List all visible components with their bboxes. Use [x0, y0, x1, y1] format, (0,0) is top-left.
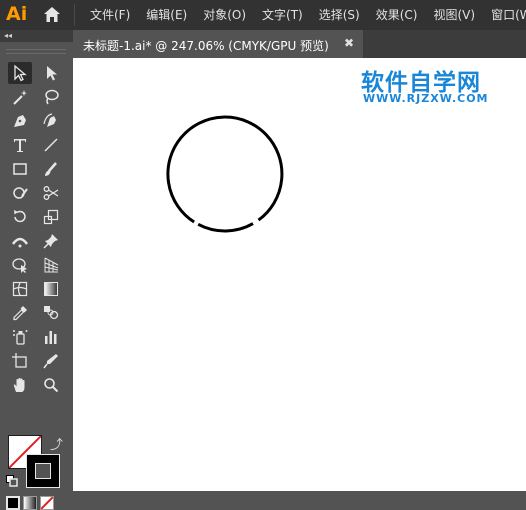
perspective-grid-tool[interactable] — [39, 254, 63, 276]
shape-builder-tool[interactable] — [8, 254, 32, 276]
tools-panel: ◂◂ ⤴ — [0, 30, 73, 510]
slice-tool[interactable] — [39, 350, 63, 372]
none-mode-slash-icon — [41, 497, 53, 509]
lasso-icon — [45, 89, 59, 105]
blend-icon — [44, 306, 59, 320]
circle-main-arc — [166, 115, 284, 224]
slice-knife-icon — [43, 354, 58, 369]
column-graph-icon — [45, 331, 57, 344]
paintbrush-icon — [45, 162, 57, 176]
direct-selection-arrow-icon — [47, 66, 57, 81]
line-segment-tool[interactable] — [39, 134, 63, 156]
perspective-grid-icon — [44, 257, 59, 273]
hand-icon — [13, 378, 25, 392]
lasso-tool[interactable] — [39, 86, 63, 108]
menu-effect[interactable]: 效果(C) — [368, 0, 426, 30]
none-mode-button[interactable] — [40, 496, 54, 510]
circle-path-artwork[interactable] — [73, 58, 526, 491]
eyedropper-tool[interactable] — [8, 302, 32, 324]
menu-type[interactable]: 文字(T) — [254, 0, 311, 30]
selection-arrow-icon — [14, 64, 27, 82]
curvature-pen-icon — [43, 113, 56, 127]
document-tab-title: 未标题-1.ai* @ 247.06% (CMYK/GPU 预览) — [83, 39, 329, 53]
pen-nib-icon — [14, 115, 26, 127]
app-logo: Ai — [6, 3, 28, 25]
default-fill-stroke-icon[interactable] — [6, 475, 18, 487]
eyedropper-icon — [13, 306, 27, 321]
menu-edit[interactable]: 编辑(E) — [138, 0, 195, 30]
circle-bottom-arc — [197, 222, 254, 233]
gradient-icon — [44, 282, 58, 296]
artboard-icon — [12, 353, 27, 368]
color-mode-buttons — [6, 496, 54, 510]
line-segment-icon — [44, 138, 58, 152]
mesh-icon — [12, 281, 28, 297]
close-tab-icon[interactable]: ✖ — [344, 36, 354, 50]
magic-wand-icon — [13, 90, 27, 105]
scale-tool[interactable] — [39, 206, 63, 228]
magnifier-icon — [44, 378, 59, 393]
rectangle-tool[interactable] — [8, 158, 32, 180]
menu-separator — [74, 4, 75, 26]
menu-select[interactable]: 选择(S) — [311, 0, 368, 30]
gradient-tool[interactable] — [39, 278, 63, 300]
hand-tool[interactable] — [8, 374, 32, 396]
paintbrush-tool[interactable] — [39, 158, 63, 180]
menu-file[interactable]: 文件(F) — [82, 0, 138, 30]
symbol-sprayer-tool[interactable] — [8, 326, 32, 348]
document-tab-bar: 未标题-1.ai* @ 247.06% (CMYK/GPU 预览) ✖ — [73, 30, 526, 58]
document-tab[interactable]: 未标题-1.ai* @ 247.06% (CMYK/GPU 预览) ✖ — [73, 30, 363, 58]
rectangle-icon — [13, 163, 27, 175]
shaper-icon — [13, 187, 28, 199]
scissors-tool[interactable] — [39, 182, 63, 204]
color-mode-button[interactable] — [6, 496, 20, 510]
magic-wand-tool[interactable] — [8, 86, 32, 108]
rotate-icon — [14, 210, 26, 223]
swap-fill-stroke-icon[interactable]: ⤴ — [50, 434, 63, 453]
pen-tool[interactable] — [8, 110, 32, 132]
direct-selection-tool[interactable] — [39, 62, 63, 84]
mesh-tool[interactable] — [8, 278, 32, 300]
home-icon[interactable] — [43, 6, 61, 23]
type-tool[interactable] — [8, 134, 32, 156]
selection-tool[interactable] — [8, 62, 32, 84]
stroke-swatch-inner — [35, 463, 51, 479]
zoom-tool[interactable] — [39, 374, 63, 396]
pushpin-icon — [43, 234, 58, 249]
width-tool[interactable] — [8, 230, 32, 252]
artboard-canvas[interactable]: 软件自学网 WWW.RJZXW.COM — [73, 58, 526, 491]
watermark-url: WWW.RJZXW.COM — [363, 92, 489, 105]
gradient-mode-button[interactable] — [23, 496, 37, 510]
menu-bar: Ai 文件(F) 编辑(E) 对象(O) 文字(T) 选择(S) 效果(C) 视… — [0, 0, 526, 30]
scissors-icon — [43, 186, 59, 200]
width-icon — [11, 237, 29, 248]
menu-items: 文件(F) 编辑(E) 对象(O) 文字(T) 选择(S) 效果(C) 视图(V… — [82, 0, 526, 30]
menu-view[interactable]: 视图(V) — [425, 0, 483, 30]
puppet-warp-tool[interactable] — [39, 230, 63, 252]
rotate-tool[interactable] — [8, 206, 32, 228]
curvature-tool[interactable] — [39, 110, 63, 132]
shape-builder-icon — [12, 258, 27, 273]
artboard-tool[interactable] — [8, 350, 32, 372]
symbol-sprayer-icon — [13, 330, 28, 345]
illustrator-window: Ai 文件(F) 编辑(E) 对象(O) 文字(T) 选择(S) 效果(C) 视… — [0, 0, 526, 510]
stroke-swatch-black[interactable] — [26, 454, 60, 488]
shaper-tool[interactable] — [8, 182, 32, 204]
panel-grip[interactable] — [6, 49, 66, 54]
tools-panel-header: ◂◂ — [0, 30, 73, 42]
type-t-icon — [14, 139, 26, 152]
menu-window[interactable]: 窗口(W) — [483, 0, 526, 30]
column-graph-tool[interactable] — [39, 326, 63, 348]
blend-tool[interactable] — [39, 302, 63, 324]
scale-icon — [43, 209, 59, 225]
menu-object[interactable]: 对象(O) — [195, 0, 254, 30]
collapse-panel-button[interactable]: ◂◂ — [4, 30, 12, 42]
